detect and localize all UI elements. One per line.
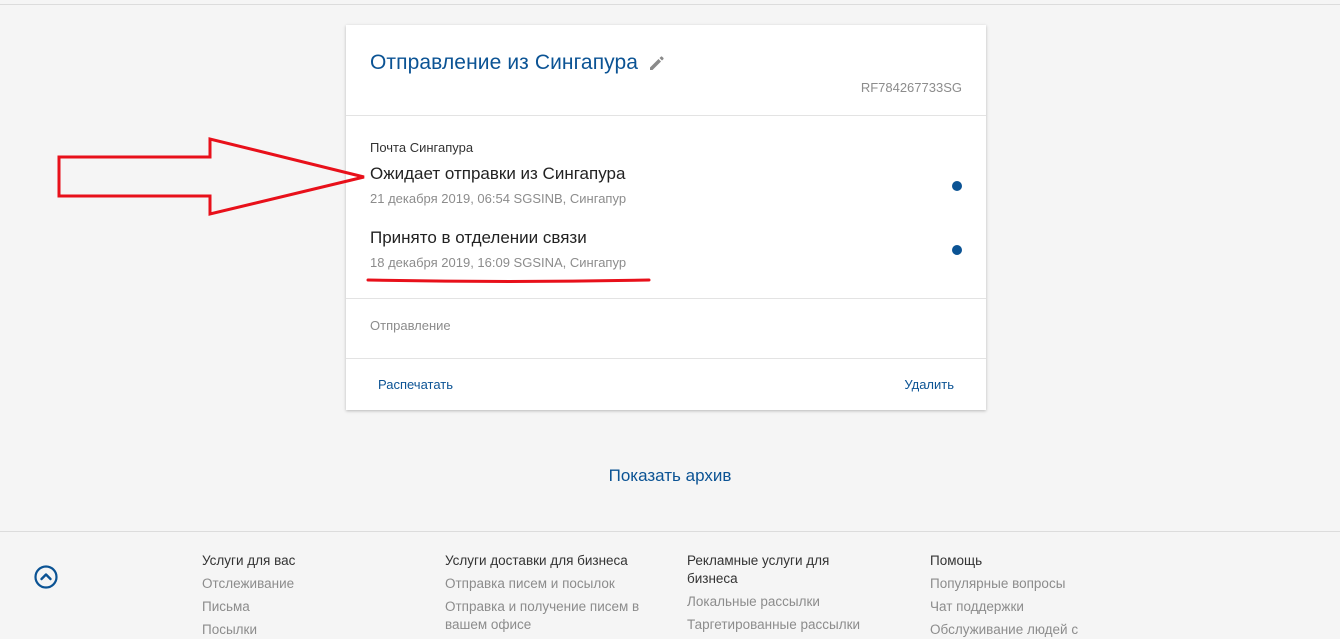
footer-link[interactable]: Популярные вопросы	[930, 575, 1130, 593]
footer-heading: Услуги доставки для бизнеса	[445, 553, 628, 568]
footer-column-advertising: Рекламные услуги для бизнеса Локальные р…	[687, 552, 872, 634]
footer-heading: Услуги для вас	[202, 553, 296, 568]
footer-link[interactable]: Посылки	[202, 621, 402, 639]
footer-column-personal: Услуги для вас Отслеживание Письма Посыл…	[202, 552, 402, 639]
footer-link[interactable]: Отправка писем и посылок	[445, 575, 645, 593]
footer-link[interactable]: Отслеживание	[202, 575, 402, 593]
footer-link[interactable]: Обслуживание людей с	[930, 621, 1130, 639]
annotation-arrow	[57, 137, 365, 216]
footer-column-help: Помощь Популярные вопросы Чат поддержки …	[930, 552, 1130, 639]
footer-link[interactable]: Письма	[202, 598, 402, 616]
footer-heading: Рекламные услуги для бизнеса	[687, 553, 830, 586]
footer-link[interactable]: Таргетированные рассылки	[687, 616, 872, 634]
footer-link[interactable]: Чат поддержки	[930, 598, 1130, 616]
footer-link[interactable]: Локальные рассылки	[687, 593, 872, 611]
chevron-up-circle-icon[interactable]	[34, 565, 58, 589]
footer: Услуги для вас Отслеживание Письма Посыл…	[0, 531, 1340, 637]
footer-column-business-delivery: Услуги доставки для бизнеса Отправка пис…	[445, 552, 645, 634]
annotation-underline	[366, 278, 651, 283]
footer-heading: Помощь	[930, 553, 983, 568]
show-archive-link[interactable]: Показать архив	[0, 466, 1340, 486]
footer-link[interactable]: Отправка и получение писем в вашем офисе	[445, 598, 645, 634]
